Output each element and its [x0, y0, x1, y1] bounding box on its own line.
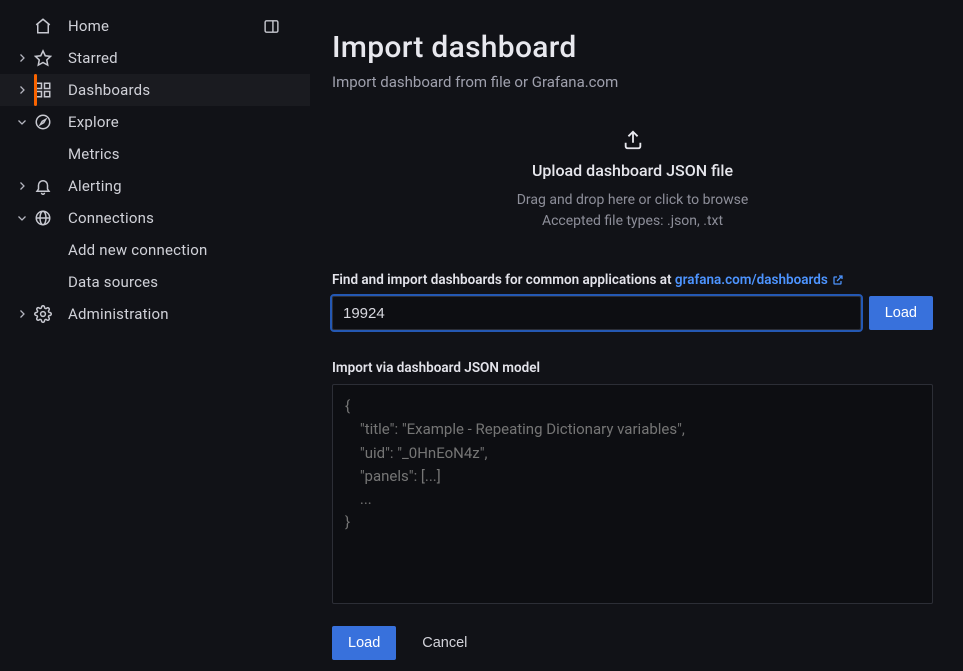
- sidebar-item-starred[interactable]: Starred: [0, 42, 310, 74]
- chevron-right-icon[interactable]: [12, 84, 32, 96]
- sidebar-item-label: Administration: [68, 305, 169, 323]
- sidebar-item-label: Home: [68, 17, 109, 35]
- sidebar-item-metrics[interactable]: Metrics: [0, 138, 310, 170]
- sidebar-item-add-new-connection[interactable]: Add new connection: [0, 234, 310, 266]
- page-title: Import dashboard: [332, 30, 933, 65]
- action-row: Load Cancel: [332, 626, 933, 660]
- sidebar-item-label: Data sources: [68, 273, 158, 291]
- bell-icon: [32, 177, 54, 195]
- sidebar-item-alerting[interactable]: Alerting: [0, 170, 310, 202]
- chevron-down-icon[interactable]: [12, 116, 32, 128]
- sidebar-item-administration[interactable]: Administration: [0, 298, 310, 330]
- upload-icon: [622, 129, 644, 151]
- sidebar-item-home[interactable]: Home: [0, 10, 310, 42]
- sidebar-item-label: Dashboards: [68, 81, 150, 99]
- sidebar: Home Starred Dashboards: [0, 0, 310, 671]
- gear-icon: [32, 305, 54, 323]
- sidebar-item-label: Add new connection: [68, 241, 207, 259]
- dashboards-icon: [32, 81, 54, 99]
- find-label: Find and import dashboards for common ap…: [332, 272, 933, 288]
- sidebar-item-dashboards[interactable]: Dashboards: [0, 74, 310, 106]
- upload-dropzone[interactable]: Upload dashboard JSON file Drag and drop…: [332, 119, 933, 260]
- link-icon: [32, 209, 54, 227]
- json-textarea[interactable]: [332, 384, 933, 604]
- sidebar-item-connections[interactable]: Connections: [0, 202, 310, 234]
- sidebar-item-label: Starred: [68, 49, 118, 67]
- dock-icon[interactable]: [263, 18, 280, 35]
- cancel-button[interactable]: Cancel: [406, 626, 483, 660]
- compass-icon: [32, 113, 54, 131]
- chevron-right-icon[interactable]: [12, 180, 32, 192]
- find-label-prefix: Find and import dashboards for common ap…: [332, 272, 675, 288]
- main-content: Import dashboard Import dashboard from f…: [310, 0, 963, 671]
- upload-help-1: Drag and drop here or click to browse: [332, 190, 933, 211]
- json-label: Import via dashboard JSON model: [332, 360, 933, 376]
- load-from-id-button[interactable]: Load: [869, 296, 933, 330]
- upload-title: Upload dashboard JSON file: [332, 161, 933, 180]
- chevron-right-icon[interactable]: [12, 52, 32, 64]
- sidebar-item-label: Connections: [68, 209, 154, 227]
- star-icon: [32, 49, 54, 67]
- find-row: Load: [332, 296, 933, 330]
- sidebar-item-label: Metrics: [68, 145, 120, 163]
- sidebar-item-data-sources[interactable]: Data sources: [0, 266, 310, 298]
- sidebar-item-explore[interactable]: Explore: [0, 106, 310, 138]
- sidebar-item-label: Explore: [68, 113, 119, 131]
- chevron-down-icon[interactable]: [12, 212, 32, 224]
- home-icon: [32, 17, 54, 35]
- chevron-right-icon[interactable]: [12, 308, 32, 320]
- dashboard-id-input[interactable]: [332, 296, 861, 330]
- upload-help-2: Accepted file types: .json, .txt: [332, 211, 933, 232]
- load-button[interactable]: Load: [332, 626, 396, 660]
- grafana-dashboards-link[interactable]: grafana.com/dashboards: [675, 272, 844, 288]
- external-link-icon: [832, 274, 844, 286]
- sidebar-item-label: Alerting: [68, 177, 122, 195]
- page-subtitle: Import dashboard from file or Grafana.co…: [332, 73, 933, 91]
